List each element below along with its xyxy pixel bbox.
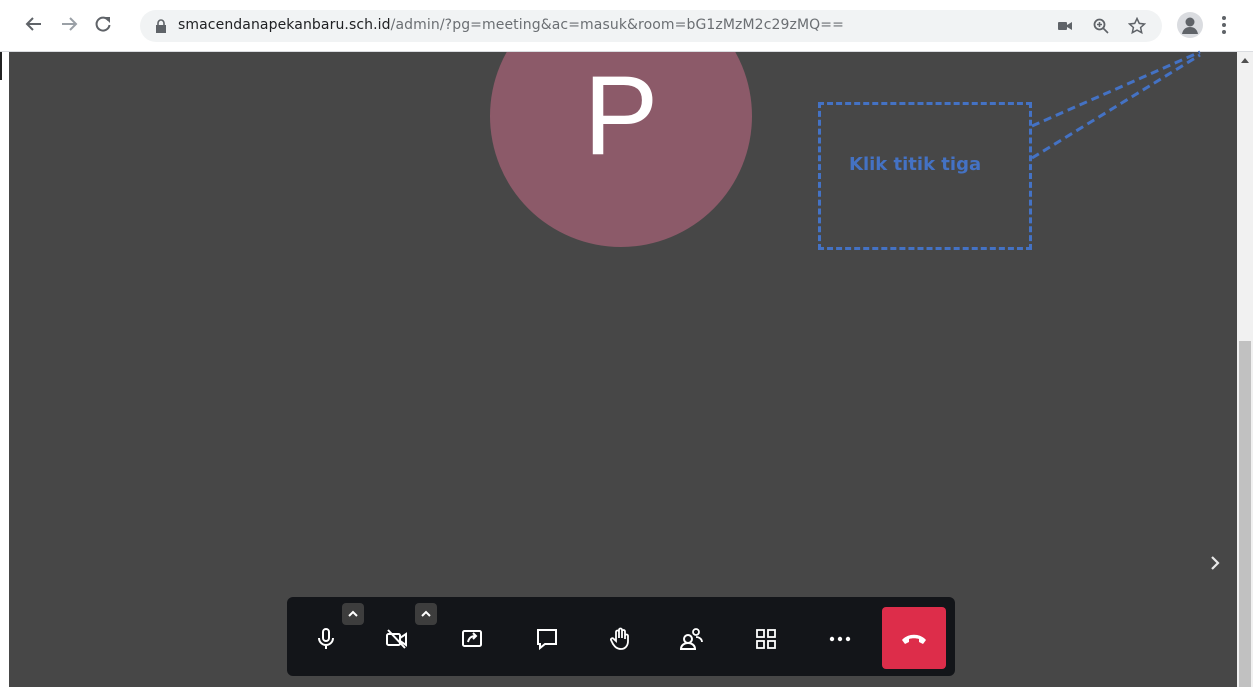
more-horizontal-icon	[829, 636, 851, 642]
browser-toolbar: smacendanapekanbaru.sch.id/admin/?pg=mee…	[0, 0, 1253, 52]
page-scrollbar[interactable]	[1237, 52, 1253, 687]
share-screen-button[interactable]	[450, 617, 494, 661]
tile-view-button[interactable]	[744, 617, 788, 661]
raise-hand-button[interactable]	[598, 617, 642, 661]
chevron-up-icon	[421, 610, 431, 617]
profile-icon[interactable]	[1177, 12, 1203, 38]
annotation-callout-box	[818, 102, 1032, 250]
camera-off-icon	[386, 629, 407, 649]
leave-call-button[interactable]	[882, 607, 946, 669]
chevron-up-icon	[348, 610, 358, 617]
chevron-right-icon[interactable]	[1205, 551, 1225, 575]
chat-icon	[537, 629, 557, 651]
avatar-letter: P	[583, 53, 659, 178]
address-bar[interactable]: smacendanapekanbaru.sch.id/admin/?pg=mee…	[140, 10, 1162, 42]
microphone-button[interactable]	[304, 617, 348, 661]
more-actions-button[interactable]	[818, 617, 862, 661]
camera-icon[interactable]	[1055, 16, 1075, 36]
meeting-stage: P	[9, 52, 1237, 687]
lock-icon[interactable]	[154, 19, 168, 33]
camera-off-button[interactable]	[375, 617, 419, 661]
scroll-up-icon[interactable]	[1241, 58, 1249, 63]
kebab-menu-icon[interactable]	[1216, 14, 1232, 36]
zoom-icon[interactable]	[1091, 16, 1111, 36]
hang-up-phone-icon	[902, 634, 926, 644]
chat-button[interactable]	[525, 617, 569, 661]
forward-arrow-icon[interactable]	[55, 10, 83, 38]
reload-icon[interactable]	[89, 10, 117, 38]
tile-view-icon	[756, 629, 776, 649]
url-text[interactable]: smacendanapekanbaru.sch.id/admin/?pg=mee…	[178, 17, 844, 33]
scrollbar-thumb[interactable]	[1239, 341, 1251, 687]
camera-options-button[interactable]	[415, 603, 437, 625]
page-left-edge	[0, 52, 9, 687]
microphone-icon	[318, 628, 334, 649]
meeting-toolbar	[287, 597, 955, 676]
microphone-options-button[interactable]	[342, 603, 364, 625]
participants-button[interactable]	[670, 617, 714, 661]
star-icon[interactable]	[1127, 16, 1147, 36]
participant-avatar: P	[490, 52, 752, 247]
url-host: smacendanapekanbaru.sch.id	[178, 17, 391, 33]
back-arrow-icon[interactable]	[20, 10, 48, 38]
edge-mark	[0, 52, 2, 80]
url-path: /admin/?pg=meeting&ac=masuk&room=bG1zMzM…	[390, 17, 844, 33]
participants-icon	[679, 628, 703, 650]
raise-hand-icon	[609, 627, 629, 650]
annotation-text: Klik titik tiga	[849, 154, 982, 175]
share-screen-icon	[462, 630, 482, 647]
